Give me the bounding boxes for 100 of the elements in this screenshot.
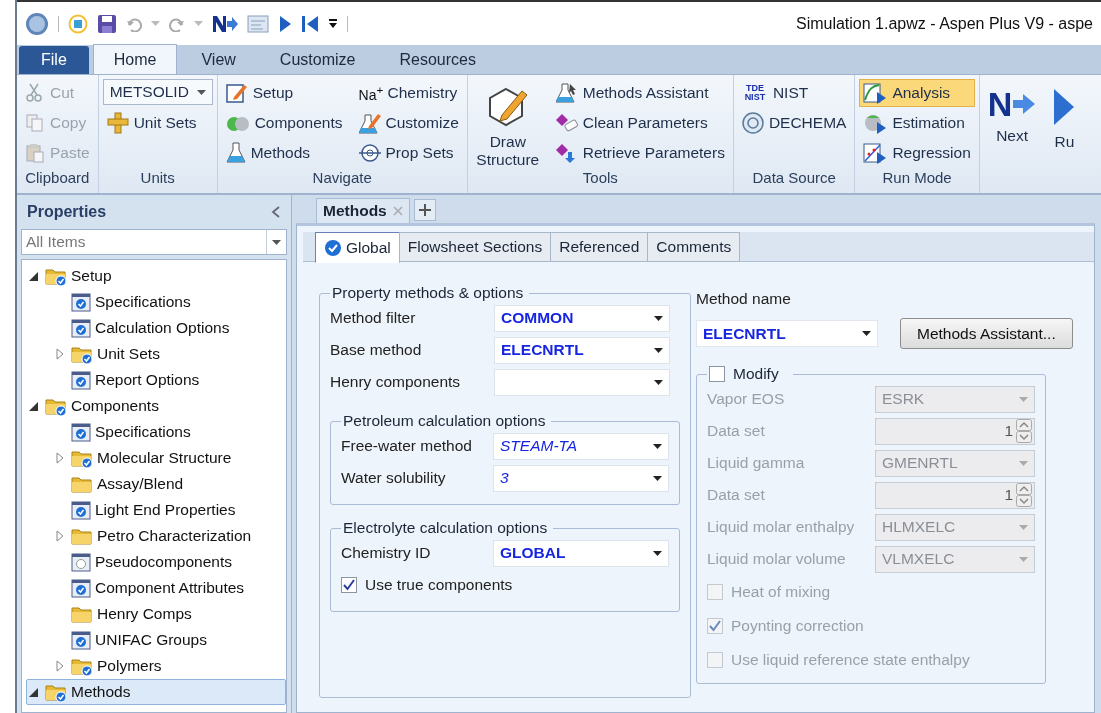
- tree-item[interactable]: Specifications: [52, 289, 286, 315]
- check-icon: [343, 579, 355, 591]
- dropdown[interactable]: ELECNRTL: [494, 336, 670, 364]
- document-tab[interactable]: Methods: [316, 198, 410, 223]
- filter-dropdown[interactable]: All Items: [21, 229, 287, 255]
- field-label: Liquid molar volume: [707, 550, 847, 568]
- ribbon-button[interactable]: Unit Sets: [102, 109, 213, 137]
- group-label: Tools: [581, 169, 619, 188]
- new-tab-button[interactable]: [413, 199, 436, 221]
- tree-item[interactable]: Petro Characterization: [52, 523, 286, 549]
- ribbon-button[interactable]: Customize: [354, 109, 463, 137]
- ribbon-button[interactable]: Ru: [1048, 79, 1081, 169]
- ribbon-tab[interactable]: View: [181, 46, 256, 74]
- dropdown[interactable]: GLOBAL: [493, 539, 669, 567]
- form-tab[interactable]: Global: [315, 232, 400, 263]
- ribbon-button[interactable]: Retrieve Parameters: [551, 139, 729, 167]
- form-tab[interactable]: Flowsheet Sections: [398, 232, 552, 262]
- ribbon-button[interactable]: Analysis: [859, 79, 975, 107]
- dropdown[interactable]: ELECNRTL: [696, 320, 878, 347]
- tree-item[interactable]: Assay/Blend: [52, 471, 286, 497]
- tree-item[interactable]: Henry Comps: [52, 601, 286, 627]
- customize-toolbar-icon: [328, 18, 338, 29]
- ribbon-tab[interactable]: Customize: [259, 46, 376, 74]
- tree-item[interactable]: Report Options: [52, 367, 286, 393]
- ribbon-tab[interactable]: Home: [92, 44, 178, 74]
- ruler-cross-icon: [106, 112, 129, 134]
- save-icon: [97, 13, 117, 34]
- caret-icon: [196, 89, 206, 95]
- circle-target-icon: [358, 142, 381, 164]
- group-title: Petroleum calculation options: [342, 412, 547, 430]
- form-tab[interactable]: Comments: [647, 232, 741, 262]
- tree-item[interactable]: Component Attributes: [52, 575, 286, 601]
- tree-item[interactable]: Light End Properties: [52, 497, 286, 523]
- ribbon-button[interactable]: Prop Sets: [354, 139, 463, 167]
- caret-icon: [654, 315, 663, 321]
- next-arrow-icon: [212, 14, 238, 33]
- ribbon-button[interactable]: Setup: [221, 79, 347, 107]
- curve-play-icon: [863, 82, 888, 104]
- caret-icon: [862, 331, 871, 336]
- field-label: Liquid molar enthalpy: [707, 518, 856, 536]
- field-label: Data set: [707, 422, 766, 440]
- tree-item[interactable]: Specifications: [52, 419, 286, 445]
- dropdown[interactable]: 3: [493, 464, 669, 492]
- group-label: Clipboard: [24, 169, 91, 188]
- emblem-icon: [741, 112, 764, 134]
- checkbox[interactable]: [709, 366, 725, 382]
- flask-pencil-icon: [358, 112, 381, 134]
- tree-item[interactable]: Unit Sets: [52, 341, 286, 367]
- scatter-line-icon: [863, 142, 888, 164]
- caret-icon: [194, 21, 203, 26]
- close-icon: [392, 206, 403, 216]
- group-label: Navigate: [311, 169, 373, 188]
- unit-set-dropdown[interactable]: METSOLID: [102, 79, 213, 105]
- ribbon-button[interactable]: Methods: [221, 139, 347, 167]
- checkbox-label: Use true components: [365, 576, 513, 594]
- panel-title: Properties: [27, 203, 107, 221]
- methods-assistant-button[interactable]: Methods Assistant...: [900, 318, 1073, 349]
- ribbon-button[interactable]: Estimation: [859, 109, 975, 137]
- scissors-icon: [25, 83, 45, 103]
- ribbon-button[interactable]: N Next: [983, 79, 1041, 169]
- ribbon-tab[interactable]: Resources: [379, 46, 496, 74]
- diamond-eraser-icon: [555, 112, 578, 134]
- ribbon-button[interactable]: Clean Parameters: [551, 109, 729, 137]
- ribbon-button[interactable]: Methods Assistant: [551, 79, 729, 107]
- field-label: Henry components: [330, 373, 462, 391]
- ribbon-button[interactable]: Draw Structure: [471, 79, 544, 169]
- file-menu-button[interactable]: File: [19, 46, 89, 74]
- tree-item[interactable]: Calculation Options: [52, 315, 286, 341]
- field-label: Base method: [330, 341, 423, 359]
- tree-item[interactable]: UNIFAC Groups: [52, 627, 286, 653]
- group-label: Data Source: [751, 169, 837, 188]
- caret-icon: [653, 475, 662, 481]
- caret-icon: [653, 550, 662, 556]
- ribbon-button[interactable]: Regression: [859, 139, 975, 167]
- tree-item[interactable]: Setup: [26, 263, 286, 289]
- ribbon-button[interactable]: Components: [221, 109, 347, 137]
- play-icon: [278, 14, 292, 33]
- sphere-play-icon: [863, 112, 888, 134]
- checkbox-label: Modify: [733, 365, 779, 383]
- paste-icon: [25, 143, 45, 163]
- tree-item[interactable]: Molecular Structure: [52, 445, 286, 471]
- ribbon-button[interactable]: DECHEMA: [737, 109, 851, 137]
- ribbon-button[interactable]: Na$^{+}$ Chemistry: [354, 79, 463, 107]
- checkbox-label: Use liquid reference state enthalpy: [731, 651, 970, 669]
- checkbox[interactable]: [341, 577, 357, 593]
- tree-item[interactable]: Polymers: [52, 653, 286, 679]
- field-label: Liquid gamma: [707, 454, 806, 472]
- dropdown[interactable]: STEAM-TA: [493, 432, 669, 460]
- caret-icon: [1019, 460, 1028, 466]
- group-label: Units: [139, 169, 176, 188]
- notepad-pencil-icon: [225, 82, 248, 104]
- tree-item[interactable]: Methods: [26, 679, 286, 705]
- window-title: Simulation 1.apwz - Aspen Plus V9 - aspe: [795, 14, 1093, 33]
- form-tab[interactable]: Referenced: [550, 232, 649, 262]
- tree-item[interactable]: Components: [26, 393, 286, 419]
- collapse-icon: [271, 206, 281, 218]
- caret-icon: [1019, 396, 1028, 402]
- tree-item[interactable]: Pseudocomponents: [52, 549, 286, 575]
- dropdown[interactable]: COMMON: [494, 304, 670, 332]
- step-back-icon: [301, 14, 319, 33]
